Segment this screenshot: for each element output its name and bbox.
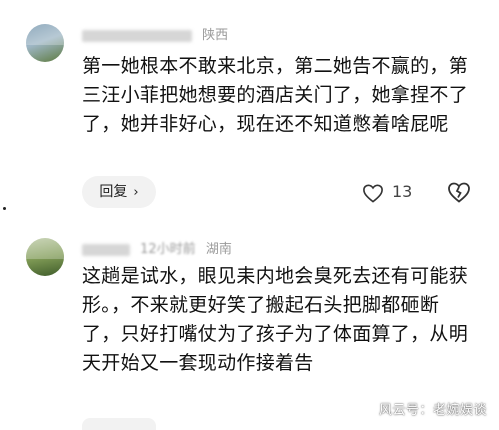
comment-text: 第一她根本不敢来北京，第二她告不赢的，第三汪小菲把她想要的酒店关门了，她拿捏不了… xyxy=(82,55,469,135)
comment-meta: 陕西 xyxy=(82,24,228,43)
comment-location: 湖南 xyxy=(205,242,232,257)
stray-dot xyxy=(3,207,6,210)
broken-heart-icon[interactable] xyxy=(447,180,471,204)
reply-label: 回复 xyxy=(99,184,128,200)
comment-meta: 12小时前 湖南 xyxy=(82,238,232,257)
like-count: 13 xyxy=(392,182,413,201)
watermark: 风云号：老婉娱谈 xyxy=(378,403,487,418)
chevron-right-icon: › xyxy=(133,185,139,200)
comment-time: 12小时前 xyxy=(140,242,196,257)
reply-button[interactable] xyxy=(82,418,156,430)
like-button[interactable]: 13 xyxy=(362,176,412,208)
comment-location: 陕西 xyxy=(202,28,229,43)
blurred-username xyxy=(82,243,130,256)
heart-icon xyxy=(363,183,383,203)
blurred-username xyxy=(82,29,192,42)
comment-text: 这趟是试水，眼见耒内地会臭死去还有可能获形。，不来就更好笑了搬起石头把脚都砸断了… xyxy=(82,265,469,374)
avatar[interactable] xyxy=(26,238,64,276)
reply-button[interactable]: 回复 › xyxy=(82,176,156,208)
avatar[interactable] xyxy=(26,24,64,62)
